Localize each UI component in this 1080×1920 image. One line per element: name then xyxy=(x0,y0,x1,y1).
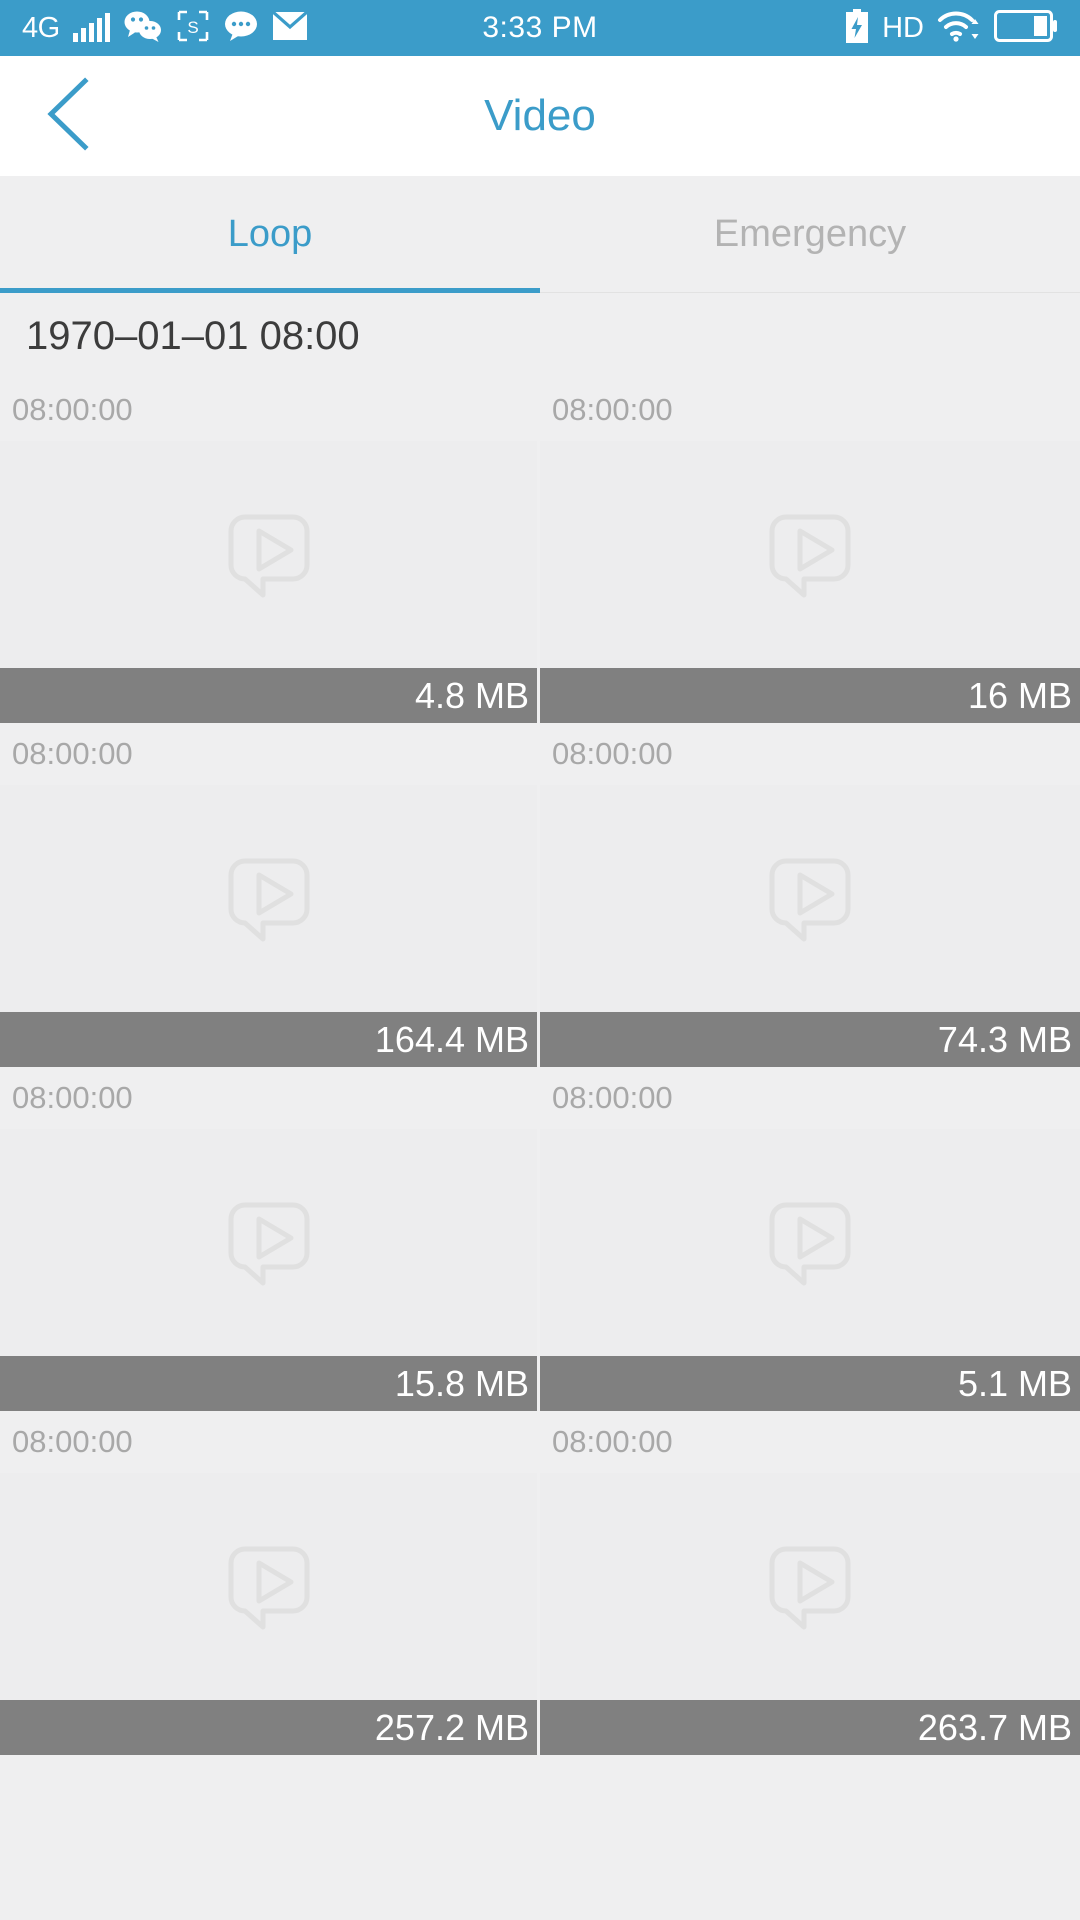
video-size-label: 263.7 MB xyxy=(917,1706,1072,1748)
status-bar-clock: 3:33 PM xyxy=(482,11,598,44)
video-placeholder-play-icon xyxy=(750,1183,870,1303)
video-timestamp: 08:00:00 xyxy=(0,723,540,785)
tab-bar: Loop Emergency xyxy=(0,176,1080,293)
video-placeholder-play-icon xyxy=(750,1527,870,1647)
tab-loop-label: Loop xyxy=(227,212,313,255)
status-bar: 4G S 3:33 PM HD xyxy=(0,0,1080,56)
video-item[interactable]: 08:00:00 4.8 MB xyxy=(0,379,540,723)
video-placeholder-play-icon xyxy=(750,839,870,959)
video-timestamp: 08:00:00 xyxy=(540,1067,1080,1129)
video-item[interactable]: 08:00:00 5.1 MB xyxy=(540,1067,1080,1411)
video-size-bar: 5.1 MB xyxy=(540,1356,1080,1411)
video-size-label: 257.2 MB xyxy=(374,1706,529,1748)
video-size-bar: 15.8 MB xyxy=(0,1356,540,1411)
video-thumbnail[interactable] xyxy=(540,1129,1080,1356)
video-timestamp: 08:00:00 xyxy=(0,1411,540,1473)
video-timestamp: 08:00:00 xyxy=(540,379,1080,441)
video-timestamp: 08:00:00 xyxy=(540,1411,1080,1473)
video-thumbnail[interactable] xyxy=(0,1473,540,1700)
video-thumbnail[interactable] xyxy=(540,441,1080,668)
video-timestamp: 08:00:00 xyxy=(540,723,1080,785)
video-size-label: 4.8 MB xyxy=(414,674,529,716)
date-group-header: 1970–01–01 08:00 xyxy=(0,293,1080,379)
video-item[interactable]: 08:00:00 15.8 MB xyxy=(0,1067,540,1411)
video-thumbnail[interactable] xyxy=(540,785,1080,1012)
video-grid: 08:00:00 4.8 MB 08:00:00 16 MB 08:00:00 … xyxy=(0,379,1080,1755)
video-size-bar: 16 MB xyxy=(540,668,1080,723)
video-item[interactable]: 08:00:00 16 MB xyxy=(540,379,1080,723)
video-size-bar: 164.4 MB xyxy=(0,1012,540,1067)
video-size-label: 5.1 MB xyxy=(957,1362,1072,1404)
tab-emergency[interactable]: Emergency xyxy=(540,176,1080,292)
video-thumbnail[interactable] xyxy=(0,441,540,668)
video-size-bar: 74.3 MB xyxy=(540,1012,1080,1067)
tab-emergency-label: Emergency xyxy=(713,212,907,255)
video-size-label: 164.4 MB xyxy=(374,1018,529,1060)
video-size-label: 15.8 MB xyxy=(394,1362,529,1404)
page-title: Video xyxy=(484,91,596,140)
video-placeholder-play-icon xyxy=(209,495,329,615)
video-placeholder-play-icon xyxy=(209,839,329,959)
video-thumbnail[interactable] xyxy=(0,785,540,1012)
video-item[interactable]: 08:00:00 164.4 MB xyxy=(0,723,540,1067)
video-timestamp: 08:00:00 xyxy=(0,379,540,441)
video-size-bar: 263.7 MB xyxy=(540,1700,1080,1755)
video-timestamp: 08:00:00 xyxy=(0,1067,540,1129)
video-item[interactable]: 08:00:00 74.3 MB xyxy=(540,723,1080,1067)
video-size-label: 16 MB xyxy=(967,674,1072,716)
video-size-bar: 257.2 MB xyxy=(0,1700,540,1755)
video-item[interactable]: 08:00:00 263.7 MB xyxy=(540,1411,1080,1755)
video-size-bar: 4.8 MB xyxy=(0,668,540,723)
video-thumbnail[interactable] xyxy=(0,1129,540,1356)
video-thumbnail[interactable] xyxy=(540,1473,1080,1700)
video-placeholder-play-icon xyxy=(209,1527,329,1647)
video-placeholder-play-icon xyxy=(750,495,870,615)
tab-loop[interactable]: Loop xyxy=(0,176,540,293)
nav-header: Video xyxy=(0,56,1080,176)
video-item[interactable]: 08:00:00 257.2 MB xyxy=(0,1411,540,1755)
video-placeholder-play-icon xyxy=(209,1183,329,1303)
video-size-label: 74.3 MB xyxy=(937,1018,1072,1060)
